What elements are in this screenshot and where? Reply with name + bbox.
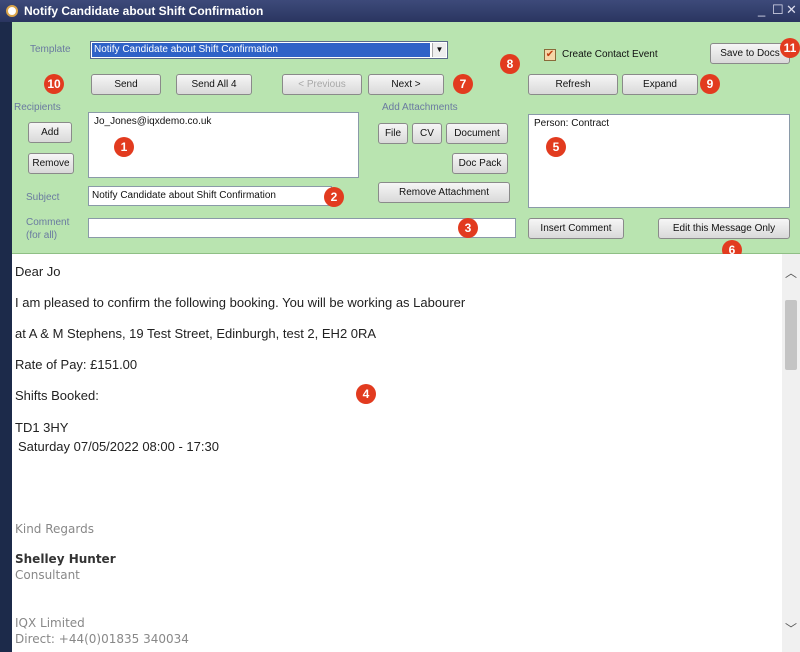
next-button[interactable]: Next > <box>368 74 444 95</box>
create-contact-event-label: Create Contact Event <box>562 49 658 60</box>
previous-button[interactable]: < Previous <box>282 74 362 95</box>
message-shift-detail: Saturday 07/05/2022 08:00 - 17:30 <box>18 439 219 454</box>
recipient-email: Jo_Jones@iqxdemo.co.uk <box>94 116 212 127</box>
message-direct-phone: Direct: +44(0)01835 340034 <box>15 632 189 646</box>
callout-badge-11: 11 <box>780 38 800 58</box>
person-info-box: Person: Contract <box>528 114 790 208</box>
add-recipient-button[interactable]: Add <box>28 122 72 143</box>
message-scrollbar[interactable]: ︿ ﹀ <box>782 254 800 652</box>
file-attach-button[interactable]: File <box>378 123 408 144</box>
window-title: Notify Candidate about Shift Confirmatio… <box>24 4 264 18</box>
callout-badge-8: 8 <box>500 54 520 74</box>
recipients-label: Recipients <box>14 102 61 113</box>
save-to-docs-button[interactable]: Save to Docs <box>710 43 790 64</box>
insert-comment-button[interactable]: Insert Comment <box>528 218 624 239</box>
maximize-button[interactable]: ☐ <box>772 2 784 18</box>
send-all-button[interactable]: Send All 4 <box>176 74 252 95</box>
subject-input[interactable]: Notify Candidate about Shift Confirmatio… <box>88 186 332 206</box>
app-icon <box>6 5 18 17</box>
attachments-label: Add Attachments <box>382 102 458 113</box>
message-sender-name: Shelley Hunter <box>15 552 116 566</box>
message-greeting: Dear Jo <box>15 264 61 279</box>
remove-attachment-button[interactable]: Remove Attachment <box>378 182 510 203</box>
callout-badge-3: 3 <box>458 218 478 238</box>
cv-attach-button[interactable]: CV <box>412 123 442 144</box>
comment-label-for-all: (for all) <box>26 230 58 241</box>
template-select-value: Notify Candidate about Shift Confirmatio… <box>92 43 430 57</box>
message-line-1: I am pleased to confirm the following bo… <box>15 295 466 310</box>
minimize-button[interactable]: _ <box>758 2 765 17</box>
message-line-2: at A & M Stephens, 19 Test Street, Edinb… <box>15 326 377 341</box>
subject-label: Subject <box>26 192 60 203</box>
create-contact-event-checkbox[interactable]: ✔ <box>544 49 556 61</box>
compose-panel: Template Notify Candidate about Shift Co… <box>12 22 800 260</box>
callout-badge-5: 5 <box>546 137 566 157</box>
title-bar: Notify Candidate about Shift Confirmatio… <box>0 0 800 22</box>
refresh-button[interactable]: Refresh <box>528 74 618 95</box>
callout-badge-9: 9 <box>700 74 720 94</box>
comment-label: Comment <box>26 217 70 228</box>
remove-recipient-button[interactable]: Remove <box>28 153 74 174</box>
send-button[interactable]: Send <box>91 74 161 95</box>
message-sender-title: Consultant <box>15 568 80 582</box>
template-label: Template <box>30 44 71 55</box>
template-select[interactable]: Notify Candidate about Shift Confirmatio… <box>90 41 448 59</box>
callout-badge-1: 1 <box>114 137 134 157</box>
document-attach-button[interactable]: Document <box>446 123 508 144</box>
callout-badge-2: 2 <box>324 187 344 207</box>
callout-badge-4: 4 <box>356 384 376 404</box>
message-body[interactable]: Dear Jo I am pleased to confirm the foll… <box>12 254 800 652</box>
message-shifts-label: Shifts Booked: <box>15 388 99 403</box>
message-regards: Kind Regards <box>15 522 94 536</box>
comment-input[interactable] <box>88 218 516 238</box>
message-company: IQX Limited <box>15 616 85 630</box>
scroll-down-icon[interactable]: ﹀ <box>782 620 800 638</box>
expand-button[interactable]: Expand <box>622 74 698 95</box>
callout-badge-10: 10 <box>44 74 64 94</box>
person-info-text: Person: Contract <box>534 118 610 129</box>
chevron-down-icon[interactable]: ▼ <box>432 43 446 57</box>
scrollbar-thumb[interactable] <box>785 300 797 370</box>
doc-pack-button[interactable]: Doc Pack <box>452 153 508 174</box>
close-button[interactable]: ✕ <box>786 2 797 18</box>
scroll-up-icon[interactable]: ︿ <box>782 264 800 282</box>
edit-this-message-only-button[interactable]: Edit this Message Only <box>658 218 790 239</box>
message-rate-of-pay: Rate of Pay: £151.00 <box>15 357 138 372</box>
callout-badge-7: 7 <box>453 74 473 94</box>
message-postcode: TD1 3HY <box>15 420 69 435</box>
